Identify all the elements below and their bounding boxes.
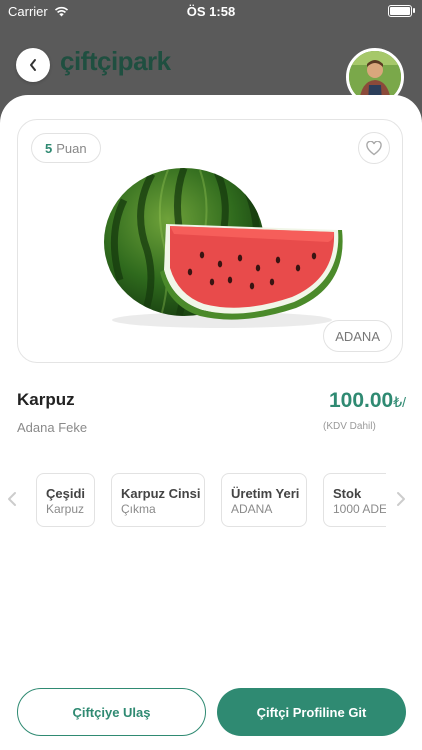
price-currency: ₺/ xyxy=(393,394,406,410)
attribute-label: Çeşidi xyxy=(46,486,86,501)
contact-farmer-button[interactable]: Çiftçiye Ulaş xyxy=(17,688,206,736)
battery-icon xyxy=(388,5,415,17)
attribute-label: Stok xyxy=(333,486,362,501)
attribute-card: Çeşidi Karpuz xyxy=(36,473,95,527)
product-card: 5 Puan ADANA xyxy=(17,119,403,363)
attributes-next-button[interactable] xyxy=(394,489,408,509)
attribute-card: Üretim Yeri ADANA xyxy=(221,473,307,527)
favorite-button[interactable] xyxy=(358,132,390,164)
status-bar: Carrier ÖS 1:58 xyxy=(0,0,422,22)
chevron-right-icon xyxy=(397,492,405,506)
points-badge: 5 Puan xyxy=(31,133,101,163)
points-label: Puan xyxy=(56,140,87,156)
attributes-carousel[interactable]: Çeşidi Karpuz Karpuz Cinsi Çıkma Üretim … xyxy=(36,473,386,531)
app-logo: çiftçipark xyxy=(60,46,171,76)
back-button[interactable] xyxy=(16,48,50,82)
price-value: 100.00 xyxy=(328,389,394,412)
chevron-left-icon xyxy=(8,492,16,506)
vat-note: (KDV Dahil) xyxy=(323,421,376,432)
attribute-value: Karpuz xyxy=(46,502,85,516)
clock: ÖS 1:58 xyxy=(186,4,236,19)
product-name: Karpuz xyxy=(17,390,75,409)
product-image xyxy=(104,168,343,328)
product-price: 100.00₺/ xyxy=(329,389,406,413)
product-location: Adana Feke xyxy=(17,420,88,435)
city-badge: ADANA xyxy=(323,320,392,352)
attribute-value: Çıkma xyxy=(121,502,156,516)
chevron-left-icon xyxy=(30,59,36,71)
attribute-value: 1000 ADET xyxy=(333,502,386,516)
attribute-card: Stok 1000 ADET xyxy=(323,473,386,527)
content-sheet: 5 Puan ADANA Karpuz Adana Feke 100.00₺/ … xyxy=(0,95,422,750)
attribute-card: Karpuz Cinsi Çıkma xyxy=(111,473,205,527)
points-value: 5 xyxy=(45,140,53,156)
attribute-value: ADANA xyxy=(231,502,273,516)
attribute-label: Üretim Yeri xyxy=(231,486,300,501)
attributes-prev-button[interactable] xyxy=(5,489,19,509)
heart-icon xyxy=(366,140,382,155)
farmer-profile-button[interactable]: Çiftçi Profiline Git xyxy=(217,688,406,736)
attribute-label: Karpuz Cinsi xyxy=(121,486,201,501)
